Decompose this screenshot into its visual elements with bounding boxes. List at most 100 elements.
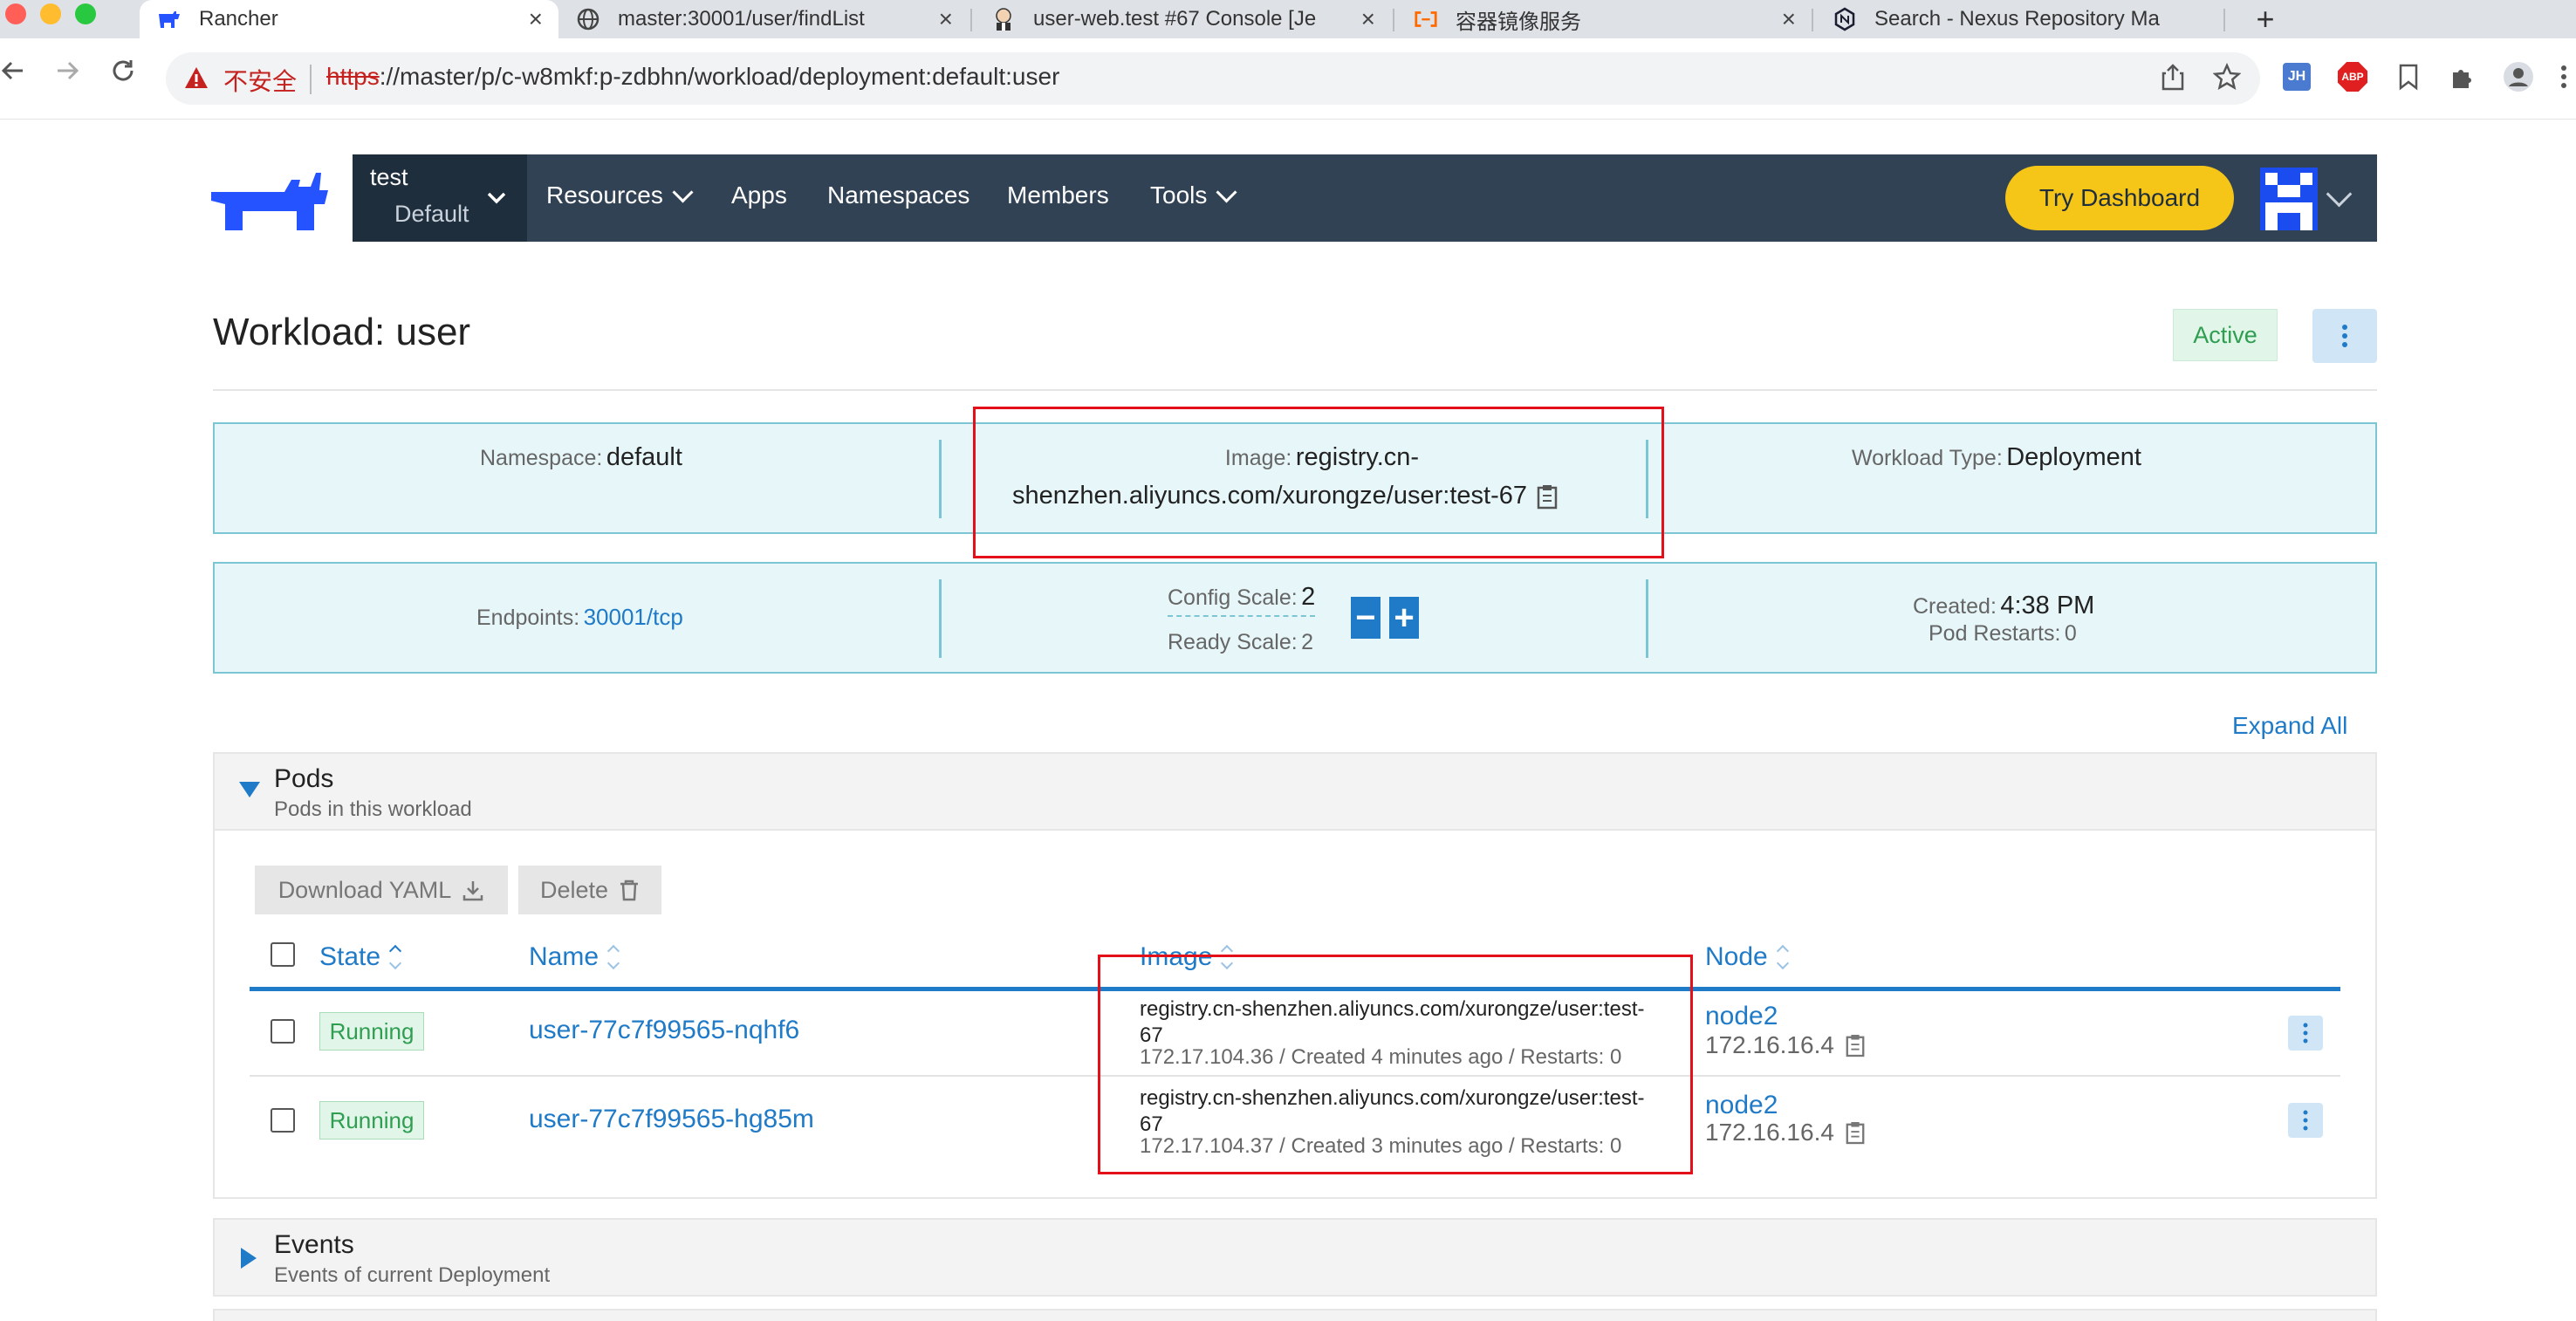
created-field: Created: 4:38 PM [1913,592,2095,619]
tab-findlist[interactable]: master:30001/user/findList × [558,0,969,38]
user-avatar[interactable] [2260,168,2318,230]
node-link[interactable]: node2 [1705,1091,1778,1120]
row-actions-button[interactable] [2288,1103,2323,1138]
adblock-plus-icon[interactable]: ABP [2335,59,2370,94]
tab-separator [2223,9,2225,31]
project-name: Default [394,201,469,227]
pods-title: Pods [274,764,334,793]
close-icon[interactable]: × [529,5,543,33]
url-path: ://master/p/c-w8mkf:p-zdbhn/workload/dep… [379,63,1060,90]
workload-actions-button[interactable] [2312,309,2377,363]
rancher-logo-icon[interactable] [211,166,333,232]
pods-panel-header[interactable] [215,754,2375,831]
jenkins-icon [991,7,1016,31]
node-ip: 172.16.16.4 [1705,1031,1866,1059]
reload-icon[interactable] [110,58,136,91]
endpoint-link[interactable]: 30001/tcp [584,604,683,630]
security-status[interactable]: 不安全 [223,63,297,98]
bookmark-star-icon[interactable] [2209,59,2244,94]
new-tab-button[interactable]: + [2248,0,2283,38]
ready-scale-field: Ready Scale: 2 [1168,630,1314,654]
profile-icon[interactable] [2501,59,2536,94]
info-separator [1646,579,1648,658]
chevron-down-icon[interactable] [485,187,508,209]
highlight-box [973,407,1664,558]
try-dashboard-button[interactable]: Try Dashboard [2005,166,2234,230]
copy-icon[interactable] [1845,1033,1866,1057]
close-icon[interactable]: × [939,5,953,33]
scale-up-button[interactable]: + [1389,597,1419,639]
download-yaml-button[interactable]: Download YAML [255,866,508,914]
reading-list-icon[interactable] [2391,59,2426,94]
trash-icon [620,880,639,901]
tab-container-registry[interactable]: 容器镜像服务 × [1396,0,1812,38]
column-header-node[interactable]: Node [1705,942,1789,972]
extensions-puzzle-icon[interactable] [2445,59,2480,94]
namespace-field: Namespace: default [480,443,682,471]
download-icon [463,881,483,901]
more-vertical-icon [2342,325,2347,347]
copy-icon[interactable] [1845,1120,1866,1145]
select-all-checkbox[interactable] [271,942,295,967]
pod-name-link[interactable]: user-77c7f99565-nqhf6 [529,1016,799,1045]
divider [213,389,2377,391]
tab-title: Rancher [199,7,278,31]
row-checkbox[interactable] [271,1108,295,1133]
config-scale-field: Config Scale: 2 [1168,583,1316,617]
expand-all-link[interactable]: Expand All [2232,712,2347,740]
browser-menu-icon[interactable] [2552,59,2576,94]
workload-type-field: Workload Type: Deployment [1852,443,2141,471]
nav-namespaces[interactable]: Namespaces [827,181,969,209]
close-icon[interactable]: × [1361,5,1375,33]
row-actions-button[interactable] [2288,1016,2323,1051]
tab-jenkins[interactable]: user-web.test #67 Console [Je × [974,0,1391,38]
back-icon[interactable] [0,58,26,91]
tab-title: master:30001/user/findList [618,7,865,31]
delete-button[interactable]: Delete [518,866,661,914]
node-link[interactable]: node2 [1705,1002,1778,1031]
rancher-favicon-icon [157,7,182,31]
column-header-state[interactable]: State [319,942,401,972]
more-vertical-icon [2303,1023,2308,1044]
nav-resources[interactable]: Resources [546,181,694,209]
window-close-button[interactable] [5,3,26,24]
close-icon[interactable]: × [1782,5,1796,33]
omnibox-separator [310,65,312,94]
status-badge: Running [319,1101,424,1140]
url-text[interactable]: https://master/p/c-w8mkf:p-zdbhn/workloa… [326,63,1059,91]
nav-apps[interactable]: Apps [731,181,787,209]
globe-icon [576,7,600,31]
sort-icon [391,945,401,969]
cluster-name: test [370,164,408,190]
status-badge: Active [2173,309,2278,361]
tab-title: Search - Nexus Repository Ma [1874,7,2160,31]
forward-icon[interactable] [54,58,80,91]
column-header-name[interactable]: Name [529,942,620,972]
scale-down-button[interactable]: − [1351,597,1380,639]
tab-title: user-web.test #67 Console [Je [1033,7,1317,31]
highlight-box [1098,955,1693,1174]
tab-rancher[interactable]: Rancher × [140,0,558,38]
pod-restarts-field: Pod Restarts: 0 [1929,621,2077,646]
pod-name-link[interactable]: user-77c7f99565-hg85m [529,1105,814,1134]
tab-separator [1812,9,1813,31]
window-zoom-button[interactable] [75,3,96,24]
tab-nexus[interactable]: Search - Nexus Repository Ma [1815,0,2225,38]
more-vertical-icon [2303,1110,2308,1131]
chevron-down-icon [672,181,694,203]
events-subtitle: Events of current Deployment [274,1263,551,1287]
jh-extension-icon[interactable]: JH [2279,59,2314,94]
nexus-icon [1833,7,1857,31]
share-icon[interactable] [2155,59,2190,94]
row-checkbox[interactable] [271,1019,295,1044]
aliyun-icon [1414,7,1438,31]
tab-separator [970,9,972,31]
window-minimize-button[interactable] [40,3,61,24]
nav-tools[interactable]: Tools [1150,181,1237,209]
warning-icon[interactable] [183,65,211,92]
nav-members[interactable]: Members [1007,181,1109,209]
page-title: Workload: user [213,311,471,353]
status-badge: Running [319,1012,424,1051]
collapse-triangle-icon[interactable] [239,782,260,797]
expand-triangle-icon[interactable] [241,1248,257,1269]
